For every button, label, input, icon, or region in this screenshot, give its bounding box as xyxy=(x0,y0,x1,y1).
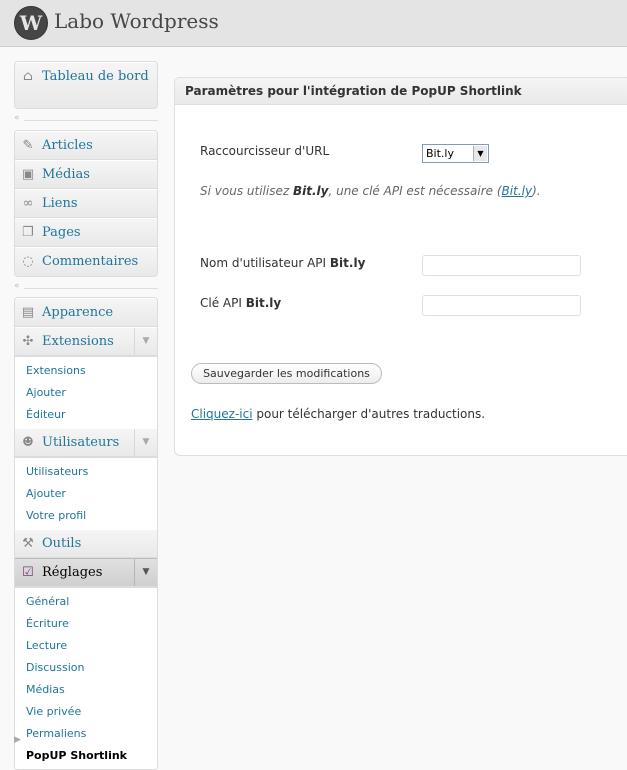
users-icon: ☻ xyxy=(22,435,34,450)
dropdown-arrow-icon[interactable]: ▼ xyxy=(473,146,487,161)
settings-icon: ☑ xyxy=(22,565,34,580)
api-key-label: Clé API Bit.ly xyxy=(200,296,282,310)
chevron-down-icon[interactable]: ▼ xyxy=(134,559,157,586)
panel-title: Paramètres pour l'intégration de PopUP S… xyxy=(175,78,627,105)
menu-item-articles[interactable]: ✎ Articles xyxy=(15,131,157,160)
menu-separator[interactable]: « xyxy=(14,113,158,124)
menu-item-label: Extensions xyxy=(42,334,114,349)
plugin-icon: ✣ xyxy=(22,334,34,349)
submenu-item-ajouter-utilisateur[interactable]: Ajouter xyxy=(15,483,157,505)
submenu-item-utilisateurs[interactable]: Utilisateurs xyxy=(15,461,157,483)
link-icon: ∞ xyxy=(22,196,34,211)
appearance-icon: ▤ xyxy=(21,305,35,320)
chevron-down-icon[interactable]: ▼ xyxy=(134,429,157,456)
menu-item-medias[interactable]: ▣ Médias xyxy=(15,160,157,189)
submenu-item-general[interactable]: Général xyxy=(15,591,157,613)
admin-header: W Labo Wordpress xyxy=(0,0,627,47)
shortener-select[interactable]: Bit.ly ▼ xyxy=(422,144,489,163)
submenu-item-lecture[interactable]: Lecture xyxy=(15,635,157,657)
chevron-down-icon[interactable]: ▼ xyxy=(134,328,157,355)
menu-item-dashboard[interactable]: ⌂ Tableau de bord xyxy=(15,62,157,108)
menu-item-liens[interactable]: ∞ Liens xyxy=(15,189,157,218)
translations-footer: Cliquez-ici pour télécharger d'autres tr… xyxy=(191,407,486,421)
menu-item-label: Médias xyxy=(42,167,90,182)
current-item-pointer-icon: ▶ xyxy=(14,735,21,745)
shortener-selected-value: Bit.ly xyxy=(426,147,454,160)
extensions-submenu: Extensions Ajouter Éditeur xyxy=(15,356,157,428)
save-changes-button[interactable]: Sauvegarder les modifications xyxy=(191,363,382,384)
submenu-item-ajouter[interactable]: Ajouter xyxy=(15,382,157,404)
pages-icon: ❐ xyxy=(22,225,34,240)
media-icon: ▣ xyxy=(21,167,35,182)
submenu-item-votre-profil[interactable]: Votre profil xyxy=(15,505,157,527)
bitly-link[interactable]: Bit.ly xyxy=(502,184,533,198)
tools-icon: ⚒ xyxy=(22,536,34,551)
menu-admin-group: ▤ Apparence ✣ Extensions ▼ Extensions Aj… xyxy=(14,297,158,770)
menu-item-label: Utilisateurs xyxy=(42,435,120,450)
submenu-item-extensions[interactable]: Extensions xyxy=(15,360,157,382)
house-icon: ⌂ xyxy=(23,69,33,84)
menu-item-apparence[interactable]: ▤ Apparence xyxy=(15,298,157,327)
menu-item-commentaires[interactable]: ◌ Commentaires xyxy=(15,247,157,276)
api-username-input[interactable] xyxy=(422,255,581,276)
menu-item-label: Articles xyxy=(42,138,93,153)
menu-separator[interactable]: « xyxy=(14,281,158,292)
submenu-item-ecriture[interactable]: Écriture xyxy=(15,613,157,635)
menu-item-extensions[interactable]: ✣ Extensions ▼ xyxy=(15,327,157,356)
menu-item-pages[interactable]: ❐ Pages xyxy=(15,218,157,247)
submenu-item-popup-shortlink[interactable]: PopUP Shortlink xyxy=(15,745,157,767)
api-username-label: Nom d'utilisateur API Bit.ly xyxy=(200,256,366,270)
menu-item-label: Apparence xyxy=(42,305,114,320)
menu-item-reglages[interactable]: ☑ Réglages ▼ xyxy=(15,558,157,587)
menu-item-label: Liens xyxy=(42,196,78,211)
site-title[interactable]: Labo Wordpress xyxy=(54,9,219,33)
settings-panel: Paramètres pour l'intégration de PopUP S… xyxy=(174,77,627,456)
shortener-label: Raccourcisseur d'URL xyxy=(200,144,330,158)
menu-item-label: Réglages xyxy=(42,565,103,580)
menu-dashboard-group: ⌂ Tableau de bord xyxy=(14,61,158,109)
wordpress-logo-icon[interactable]: W xyxy=(14,6,48,40)
pushpin-icon: ✎ xyxy=(22,138,34,153)
settings-submenu: Général Écriture Lecture Discussion Médi… xyxy=(15,587,157,769)
submenu-item-vie-privee[interactable]: Vie privée xyxy=(15,701,157,723)
submenu-item-permaliens[interactable]: Permaliens xyxy=(15,723,157,745)
submenu-item-discussion[interactable]: Discussion xyxy=(15,657,157,679)
submenu-item-medias[interactable]: Médias xyxy=(15,679,157,701)
menu-item-outils[interactable]: ⚒ Outils xyxy=(15,529,157,558)
menu-item-label: Pages xyxy=(42,225,81,240)
menu-item-label: Outils xyxy=(42,536,82,551)
menu-item-label: Commentaires xyxy=(42,254,139,269)
users-submenu: Utilisateurs Ajouter Votre profil xyxy=(15,457,157,529)
submenu-item-editeur[interactable]: Éditeur xyxy=(15,404,157,426)
comment-icon: ◌ xyxy=(22,254,34,269)
menu-item-label: Tableau de bord xyxy=(42,69,149,84)
menu-item-utilisateurs[interactable]: ☻ Utilisateurs ▼ xyxy=(15,428,157,457)
download-translations-link[interactable]: Cliquez-ici xyxy=(191,407,253,421)
api-key-note: Si vous utilisez Bit.ly, une clé API est… xyxy=(200,184,541,198)
api-key-input[interactable] xyxy=(422,295,581,316)
menu-content-group: ✎ Articles ▣ Médias ∞ Liens ❐ Pages ◌ Co… xyxy=(14,130,158,277)
